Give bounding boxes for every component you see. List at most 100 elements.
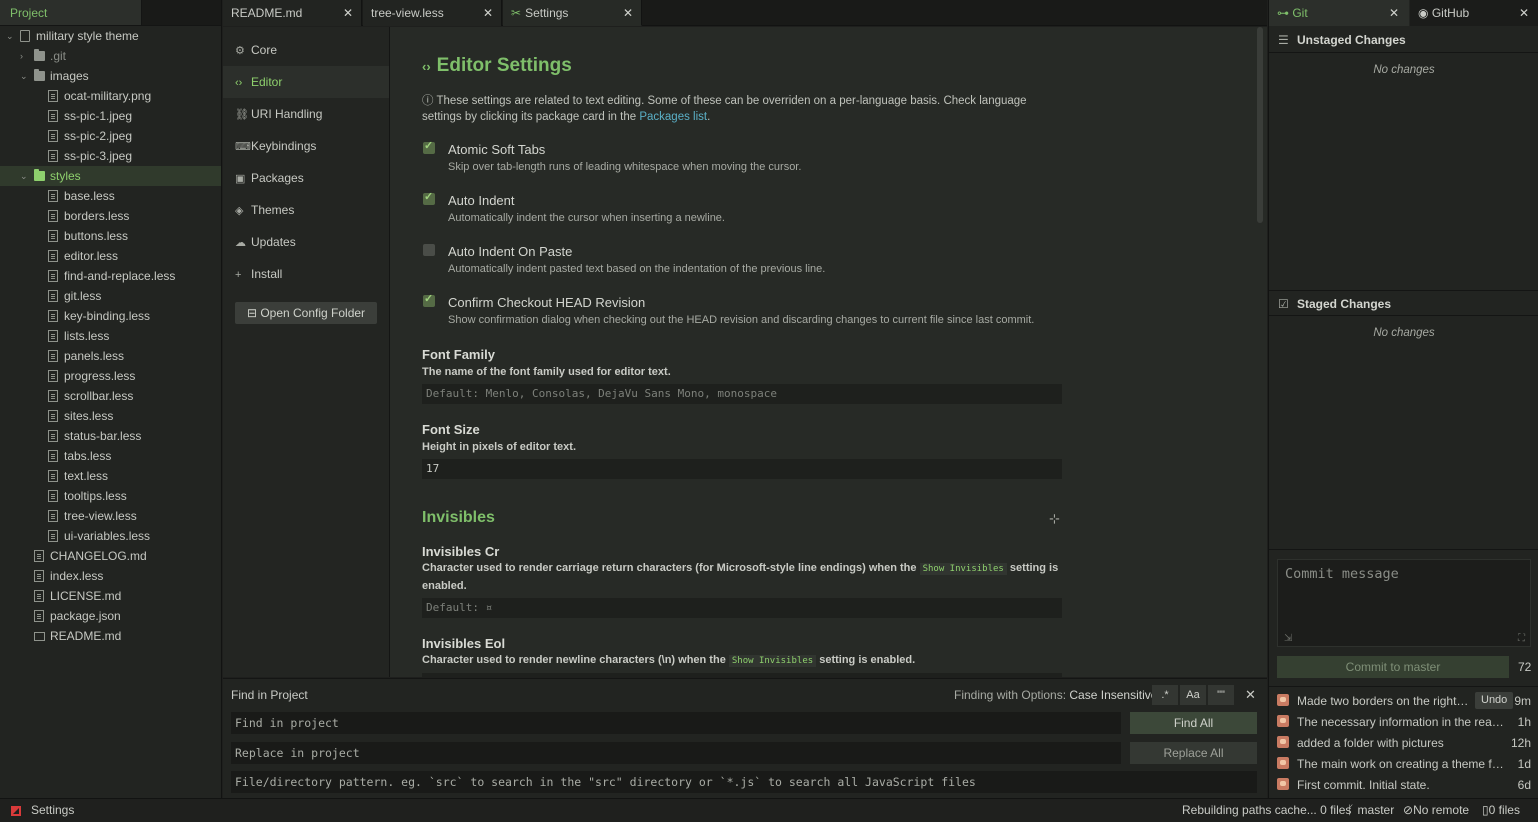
tree-file[interactable]: lists.less [0,326,221,346]
expand-icon[interactable]: ⛶ [1518,633,1525,644]
tree-file[interactable]: ocat-military.png [0,86,221,106]
open-config-folder-button[interactable]: ⊟ Open Config Folder [235,302,377,324]
replace-input[interactable]: Replace in project [231,742,1121,764]
status-remote[interactable]: ⊘No remote [1403,803,1469,817]
commit-row[interactable]: First commit. Initial state. 6d [1269,774,1538,795]
recent-commits: Made two borders on the right ... Undo 9m T… [1269,686,1538,795]
close-icon[interactable]: ✕ [623,6,633,20]
tree-folder[interactable]: ⌄ military style theme [0,26,221,46]
font-size-title: Font Size [422,422,480,437]
tree-folder[interactable]: › .git [0,46,221,66]
tree-file[interactable]: ss-pic-3.jpeg [0,146,221,166]
path-filter-input[interactable]: File/directory pattern. eg. `src` to sea… [231,771,1257,793]
tree-file[interactable]: find-and-replace.less [0,266,221,286]
commit-row[interactable]: added a folder with pictures 12h [1269,732,1538,753]
tab-git[interactable]: ⊶ Git ✕ [1269,0,1409,26]
match-case-toggle-button[interactable]: Aa [1180,685,1206,705]
tree-file[interactable]: progress.less [0,366,221,386]
tab-github[interactable]: ◉ GitHub ✕ [1410,0,1538,26]
close-icon[interactable]: ✕ [1519,6,1529,20]
status-branch[interactable]: ᚴ master [1347,803,1394,817]
regex-toggle-button[interactable]: .* [1152,685,1178,705]
invisibles-eol-title: Invisibles Eol [422,636,506,651]
whole-word-toggle-button[interactable]: "" [1208,685,1234,705]
chevron-right-icon[interactable]: › [20,46,30,66]
tree-file[interactable]: buttons.less [0,226,221,246]
chevron-down-icon[interactable]: ⌄ [6,26,16,46]
settings-nav-uri-handling[interactable]: ⛓ URI Handling [223,98,389,130]
replace-all-button[interactable]: Replace All [1130,742,1257,764]
tree-file[interactable]: git.less [0,286,221,306]
tree-file[interactable]: tree-view.less [0,506,221,526]
file-icon [48,190,58,202]
pin-icon[interactable]: ⊹ [1049,511,1060,527]
tree-file[interactable]: tooltips.less [0,486,221,506]
find-all-button[interactable]: Find All [1130,712,1257,734]
close-icon[interactable]: ✕ [343,6,353,20]
tab-settings[interactable]: ✂ Settings ✕ [503,0,642,26]
invisibles-cr-input[interactable]: Default: ¤ [422,598,1062,618]
close-icon[interactable]: ✕ [1245,687,1256,703]
settings-nav-editor[interactable]: ‹› Editor [223,66,389,98]
tree-folder[interactable]: ⌄ styles [0,166,221,186]
tree-file[interactable]: borders.less [0,206,221,226]
tree-file[interactable]: ui-variables.less [0,526,221,546]
settings-nav-install[interactable]: + Install [223,258,389,290]
status-label[interactable]: Settings [31,803,74,817]
auto-indent-on-paste-checkbox[interactable] [423,244,435,256]
settings-nav-packages[interactable]: ▣ Packages [223,162,389,194]
settings-nav-keybindings[interactable]: ⌨Keybindings [223,130,389,162]
tree-file[interactable]: CHANGELOG.md [0,546,221,566]
find-input[interactable]: Find in project [231,712,1121,734]
tree-file[interactable]: LICENSE.md [0,586,221,606]
commit-row[interactable]: Made two borders on the right ... Undo 9m [1269,690,1538,711]
tab-label: README.md [231,6,303,20]
tree-file[interactable]: text.less [0,466,221,486]
packages-list-link[interactable]: Packages list [639,111,707,123]
tab-project[interactable]: Project [0,0,142,26]
commit-row[interactable]: The main work on creating a theme for ..… [1269,753,1538,774]
font-size-input[interactable]: 17 [422,459,1062,479]
confirm-checkout-head-checkbox[interactable] [423,292,435,307]
file-icon [48,510,58,522]
status-files[interactable]: ▯0 files [1482,803,1520,817]
chevron-down-icon[interactable]: ⌄ [20,166,30,186]
settings-nav-themes[interactable]: ◈ Themes [223,194,389,226]
tab-readme[interactable]: README.md ✕ [223,0,362,26]
commit-row[interactable]: The necessary information in the readme.… [1269,711,1538,732]
co-author-icon[interactable]: ⇲ [1284,633,1292,644]
nav-icon: ⚙ [235,45,245,57]
editor-settings-description: ⓘ These settings are related to text edi… [422,95,1027,123]
tree-file[interactable]: key-binding.less [0,306,221,326]
commit-button[interactable]: Commit to master [1277,656,1509,678]
scrollbar[interactable] [1257,27,1263,223]
tree-file[interactable]: scrollbar.less [0,386,221,406]
tree-file[interactable]: sites.less [0,406,221,426]
tab-tree-view[interactable]: tree-view.less ✕ [363,0,502,26]
tree-file[interactable]: panels.less [0,346,221,366]
tree-file[interactable]: base.less [0,186,221,206]
close-icon[interactable]: ✕ [483,6,493,20]
tree-file[interactable]: index.less [0,566,221,586]
nav-label: Install [251,267,283,281]
avatar [1277,715,1289,727]
tree-folder[interactable]: ⌄ images [0,66,221,86]
tree-file[interactable]: tabs.less [0,446,221,466]
tree-file[interactable]: package.json [0,606,221,626]
settings-nav-updates[interactable]: ☁ Updates [223,226,389,258]
error-icon[interactable] [11,806,21,816]
undo-button[interactable]: Undo [1475,692,1514,709]
tree-file[interactable]: ss-pic-1.jpeg [0,106,221,126]
tree-file[interactable]: editor.less [0,246,221,266]
settings-nav-core[interactable]: ⚙ Core [223,34,389,66]
chevron-down-icon[interactable]: ⌄ [20,66,30,86]
tree-file[interactable]: README.md [0,626,221,646]
font-family-input[interactable]: Default: Menlo, Consolas, DejaVu Sans Mo… [422,384,1062,404]
atomic-soft-tabs-checkbox[interactable] [423,139,435,154]
commit-message-input[interactable]: Commit message ⇲ ⛶ [1277,559,1531,647]
auto-indent-checkbox[interactable] [423,190,435,205]
close-icon[interactable]: ✕ [1389,6,1399,20]
tree-file[interactable]: status-bar.less [0,426,221,446]
tree-file[interactable]: ss-pic-2.jpeg [0,126,221,146]
invisibles-eol-input[interactable] [422,673,1062,677]
